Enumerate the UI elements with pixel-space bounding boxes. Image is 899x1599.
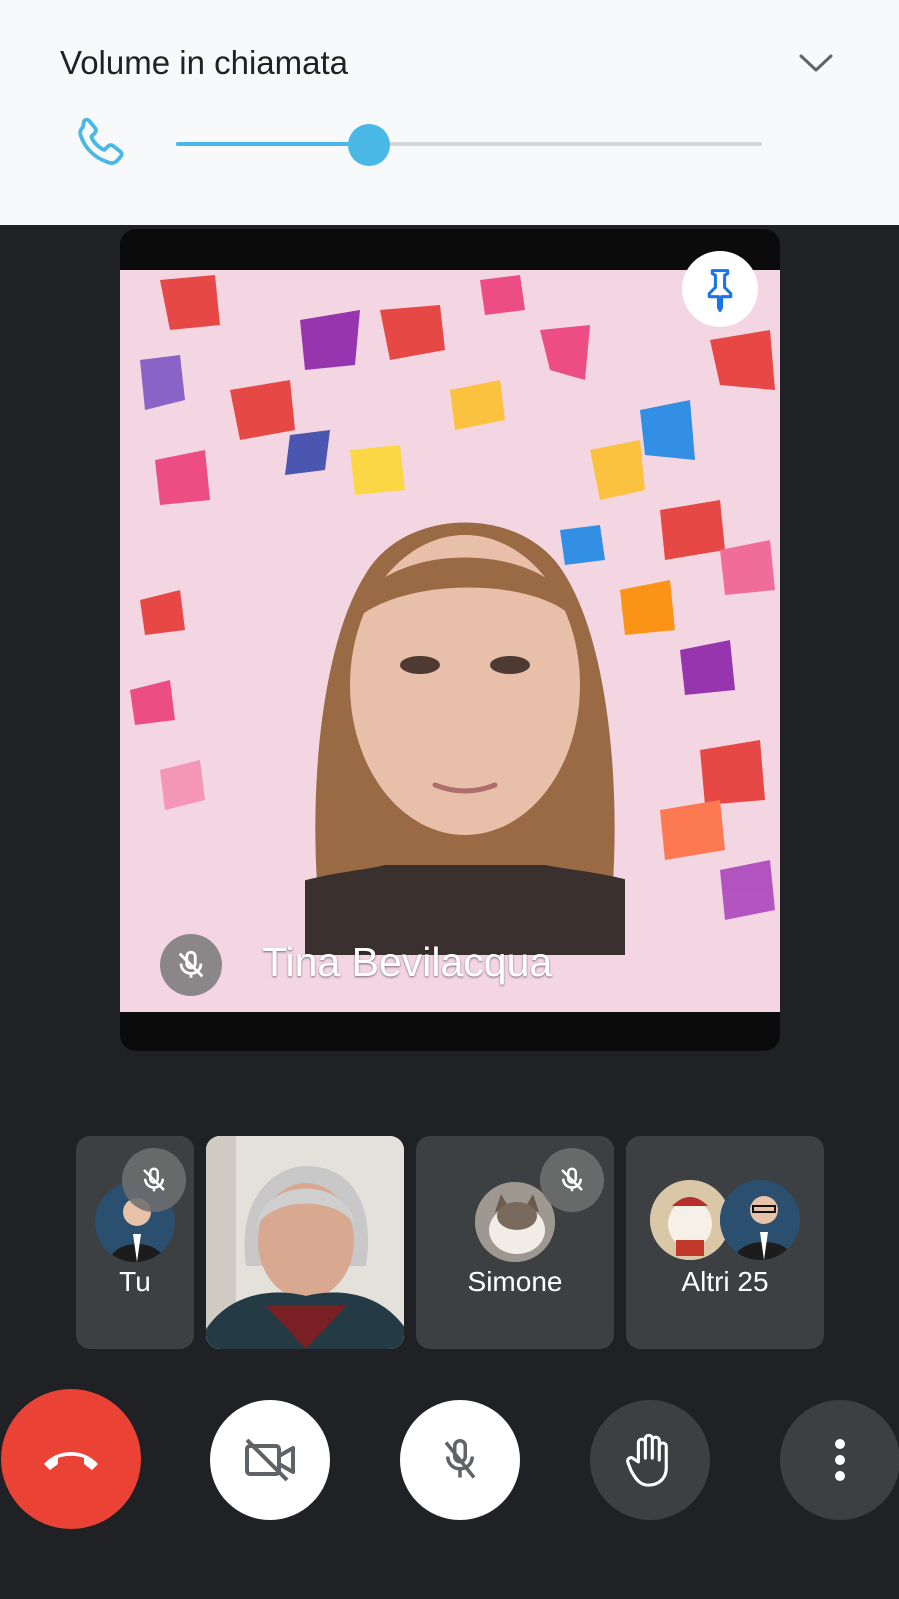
- camera-off-icon: [245, 1438, 295, 1482]
- participant-tile-simone[interactable]: Simone: [416, 1136, 614, 1349]
- main-video-tile[interactable]: Tina Bevilacqua: [120, 229, 780, 1051]
- participant-video: [120, 270, 780, 1012]
- mic-off-indicator: [122, 1148, 186, 1212]
- pin-icon: [707, 269, 733, 312]
- raise-hand-icon: [626, 1433, 668, 1487]
- call-volume-panel: Volume in chiamata: [0, 0, 899, 225]
- more-options-button[interactable]: [780, 1400, 899, 1520]
- volume-thumb[interactable]: [348, 124, 391, 166]
- camera-toggle-button[interactable]: [210, 1400, 330, 1520]
- phone-icon: [78, 117, 124, 165]
- raise-hand-button[interactable]: [590, 1400, 710, 1520]
- participant-name: Tina Bevilacqua: [262, 939, 553, 985]
- mic-off-icon: [444, 1439, 476, 1479]
- mic-off-icon: [561, 1167, 583, 1192]
- end-call-icon: [44, 1452, 98, 1470]
- participant-tile-others[interactable]: Altri 25: [626, 1136, 824, 1349]
- participant-tile-video[interactable]: [206, 1136, 404, 1349]
- volume-slider[interactable]: [176, 124, 762, 166]
- avatar: [650, 1180, 730, 1260]
- participant-video: [206, 1136, 404, 1349]
- participant-label: Simone: [467, 1266, 563, 1297]
- participant-figure: [305, 522, 625, 955]
- mic-off-icon: [143, 1167, 165, 1192]
- end-call-button[interactable]: [1, 1389, 141, 1529]
- mic-off-icon: [178, 950, 204, 978]
- participant-label: Altri 25: [681, 1266, 769, 1297]
- participant-tile-self[interactable]: Tu: [76, 1136, 194, 1349]
- participant-label: Tu: [119, 1266, 151, 1297]
- mic-off-indicator: [540, 1148, 604, 1212]
- more-options-icon: [835, 1439, 845, 1481]
- volume-title: Volume in chiamata: [60, 44, 348, 81]
- mic-off-indicator: [160, 934, 222, 996]
- volume-fill: [176, 142, 370, 146]
- chevron-down-icon[interactable]: [798, 50, 834, 76]
- pin-button[interactable]: [682, 251, 758, 327]
- avatar: [720, 1180, 800, 1260]
- microphone-toggle-button[interactable]: [400, 1400, 520, 1520]
